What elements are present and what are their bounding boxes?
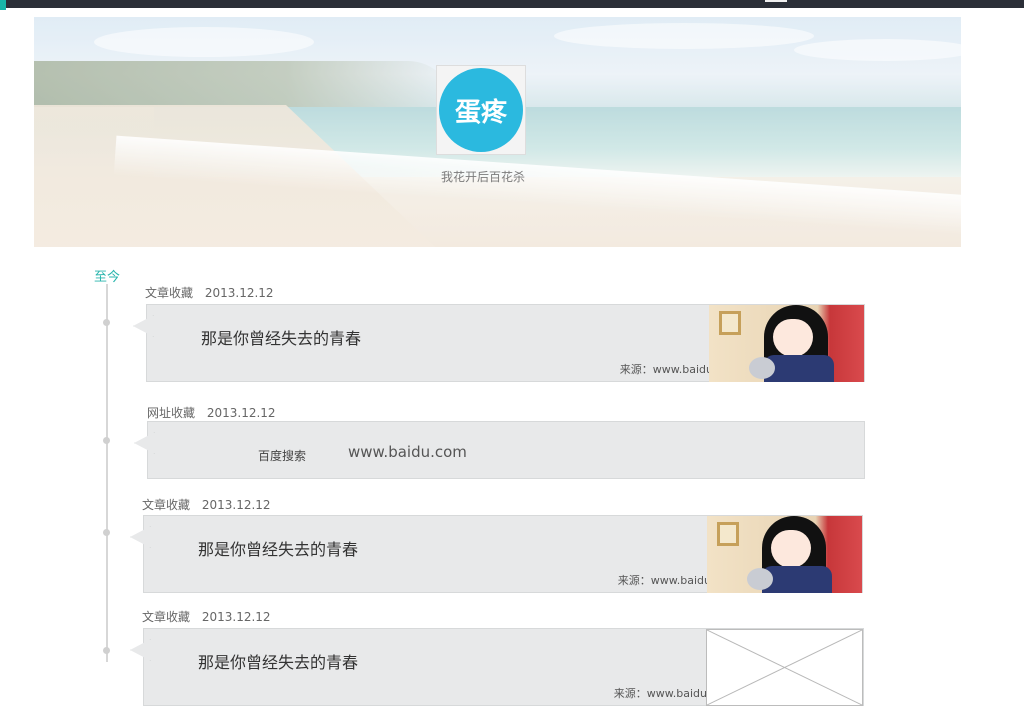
item-category[interactable]: 网址收藏 <box>147 406 195 420</box>
thumb-frame <box>717 522 739 546</box>
card-notch <box>134 432 155 454</box>
anime-girl-image <box>709 305 864 382</box>
thumb-cup <box>747 568 773 590</box>
article-source: 来源：www.baidu <box>613 687 707 700</box>
article-title[interactable]: 那是你曾经失去的青春 <box>198 649 358 673</box>
site-logo[interactable]: 蛋疼 <box>436 65 526 155</box>
timeline-line <box>106 284 108 662</box>
item-meta: 文章收藏 2013.12.12 <box>142 496 279 513</box>
timeline-dot <box>103 647 110 654</box>
logo-text: 蛋疼 <box>454 97 507 128</box>
item-date: 2013.12.12 <box>206 406 276 420</box>
image-placeholder <box>706 629 863 706</box>
article-card[interactable]: 那是你曾经失去的青春 来源：www.baidu.com <box>133 304 865 382</box>
item-category[interactable]: 文章收藏 <box>142 610 190 624</box>
thumb-frame <box>719 311 741 335</box>
anime-girl-image <box>707 516 862 593</box>
thumb-cup <box>749 357 775 379</box>
timeline-label[interactable]: 至今 <box>94 266 120 285</box>
placeholder-cross-icon <box>706 629 863 706</box>
item-meta: 文章收藏 2013.12.12 <box>145 284 282 301</box>
top-bar-accent <box>0 0 6 10</box>
article-card[interactable]: 那是你曾经失去的青春 来源：www.baidu <box>130 628 864 706</box>
link-card[interactable]: 百度搜索 www.baidu.com <box>134 421 865 479</box>
item-date: 2013.12.12 <box>204 286 274 300</box>
timeline-dot <box>103 437 110 444</box>
article-title[interactable]: 那是你曾经失去的青春 <box>201 325 361 349</box>
link-label[interactable]: 百度搜索 <box>258 447 306 464</box>
site-tagline: 我花开后百花杀 <box>440 170 525 184</box>
card-notch <box>130 526 151 548</box>
logo-circle: 蛋疼 <box>439 68 523 152</box>
item-meta: 文章收藏 2013.12.12 <box>142 608 279 625</box>
card-notch <box>133 315 154 337</box>
article-title[interactable]: 那是你曾经失去的青春 <box>198 536 358 560</box>
timeline-dot <box>103 319 110 326</box>
timeline-dot <box>103 529 110 536</box>
top-bar-indicator <box>765 0 787 2</box>
item-date: 2013.12.12 <box>201 610 271 624</box>
article-card[interactable]: 那是你曾经失去的青春 来源：www.baidu.com <box>130 515 863 593</box>
link-url[interactable]: www.baidu.com <box>348 443 467 461</box>
item-category[interactable]: 文章收藏 <box>145 286 193 300</box>
item-category[interactable]: 文章收藏 <box>142 498 190 512</box>
card-notch <box>130 639 151 661</box>
item-meta: 网址收藏 2013.12.12 <box>147 404 284 421</box>
top-bar <box>0 0 1024 10</box>
item-date: 2013.12.12 <box>201 498 271 512</box>
